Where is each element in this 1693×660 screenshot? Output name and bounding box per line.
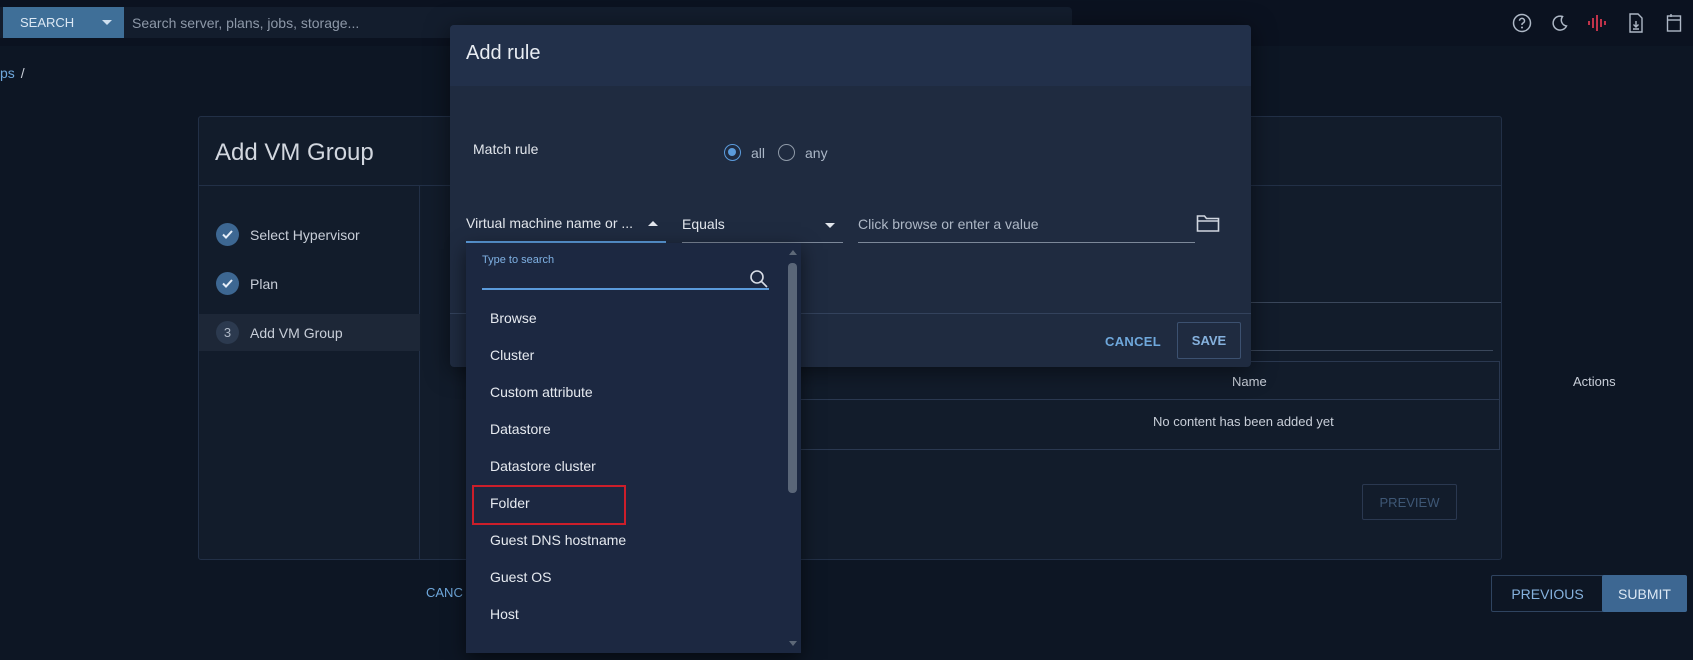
wizard-steps: Select Hypervisor Plan 3 Add VM Group: [199, 186, 420, 559]
step-plan[interactable]: Plan: [199, 265, 420, 302]
browse-folder-icon[interactable]: [1195, 211, 1221, 235]
preview-button[interactable]: PREVIEW: [1362, 484, 1457, 520]
top-icons: [1511, 8, 1693, 38]
scroll-down-arrow-icon[interactable]: [789, 641, 797, 646]
step-label: Plan: [250, 275, 279, 292]
scrollbar-thumb[interactable]: [788, 263, 797, 493]
activity-icon[interactable]: [1587, 12, 1609, 34]
breadcrumb-link[interactable]: ps: [0, 65, 15, 81]
dropdown-item-custom-attribute[interactable]: Custom attribute: [466, 373, 784, 410]
dialog-save-button[interactable]: SAVE: [1177, 322, 1241, 359]
rule-value-input[interactable]: Click browse or enter a value: [858, 205, 1195, 243]
dropdown-search-label: Type to search: [482, 254, 555, 266]
cancel-button[interactable]: CANC: [426, 585, 463, 600]
rule-field-dropdown: Type to search Browse Cluster Custom att…: [466, 243, 801, 653]
breadcrumb: ps /: [0, 65, 25, 81]
dropdown-item-cluster[interactable]: Cluster: [466, 336, 784, 373]
radio-circle: [724, 144, 741, 161]
dropdown-scrollbar[interactable]: [784, 243, 801, 653]
radio-match-any[interactable]: any: [778, 144, 828, 161]
dropdown-item-datastore-cluster[interactable]: Datastore cluster: [466, 447, 784, 484]
dropdown-item-guest-os[interactable]: Guest OS: [466, 558, 784, 595]
rule-field-select[interactable]: Virtual machine name or ...: [466, 205, 666, 243]
previous-button[interactable]: PREVIOUS: [1491, 575, 1604, 612]
download-file-icon[interactable]: [1625, 12, 1647, 34]
dropdown-item-host[interactable]: Host: [466, 595, 784, 632]
dropdown-item-folder[interactable]: Folder: [466, 484, 784, 525]
dropdown-list: Browse Cluster Custom attribute Datastor…: [466, 299, 784, 632]
moon-icon[interactable]: [1549, 12, 1571, 34]
radio-label: any: [805, 144, 828, 161]
rule-field-value: Virtual machine name or ...: [466, 215, 634, 231]
search-button-label: SEARCH: [20, 15, 75, 30]
dropdown-item-browse[interactable]: Browse: [466, 299, 784, 336]
column-header-name[interactable]: Name: [1232, 374, 1267, 389]
match-rule-label: Match rule: [473, 141, 539, 157]
step-add-vm-group[interactable]: 3 Add VM Group: [199, 314, 420, 351]
search-icon[interactable]: [749, 269, 769, 289]
radio-label: all: [751, 144, 766, 161]
empty-message: No content has been added yet: [1153, 414, 1334, 429]
step-label: Select Hypervisor: [250, 226, 360, 243]
dialog-header: Add rule: [450, 25, 1251, 86]
scroll-up-arrow-icon[interactable]: [789, 250, 797, 255]
help-icon[interactable]: [1511, 12, 1533, 34]
radio-circle: [778, 144, 795, 161]
dropdown-search-input[interactable]: [482, 288, 769, 290]
step-number: 3: [216, 321, 239, 344]
radio-match-all[interactable]: all: [724, 144, 765, 161]
dropdown-item-datastore[interactable]: Datastore: [466, 410, 784, 447]
step-label: Add VM Group: [250, 324, 343, 341]
step-select-hypervisor[interactable]: Select Hypervisor: [199, 216, 420, 253]
check-icon: [216, 223, 239, 246]
chevron-up-icon: [648, 221, 658, 226]
submit-button[interactable]: SUBMIT: [1602, 575, 1687, 612]
dialog-cancel-button[interactable]: CANCEL: [1105, 334, 1161, 349]
breadcrumb-separator: /: [20, 65, 25, 81]
operator-select[interactable]: Equals: [682, 205, 843, 243]
search-scope-button[interactable]: SEARCH: [3, 7, 124, 38]
calendar-icon[interactable]: [1663, 12, 1685, 34]
check-icon: [216, 272, 239, 295]
chevron-down-icon: [825, 223, 835, 228]
column-header-actions: Actions: [1573, 374, 1616, 389]
dropdown-item-guest-dns-hostname[interactable]: Guest DNS hostname: [466, 521, 784, 558]
page-title: Add VM Group: [215, 139, 374, 166]
chevron-down-icon: [102, 20, 112, 25]
dialog-title: Add rule: [466, 42, 541, 64]
operator-value: Equals: [682, 215, 725, 232]
